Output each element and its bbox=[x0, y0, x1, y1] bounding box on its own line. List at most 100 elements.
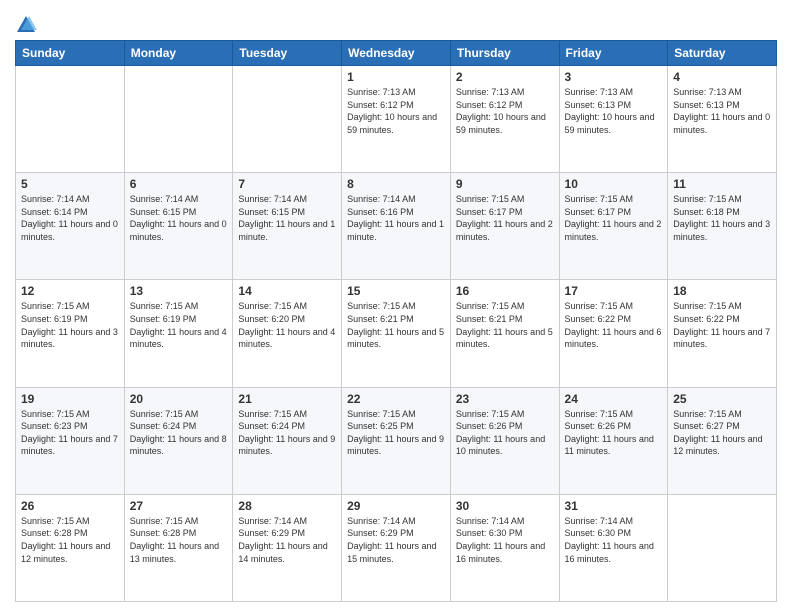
calendar-cell: 21 Sunrise: 7:15 AM Sunset: 6:24 PM Dayli… bbox=[233, 387, 342, 494]
day-number: 6 bbox=[130, 177, 228, 191]
day-number: 5 bbox=[21, 177, 119, 191]
day-number: 24 bbox=[565, 392, 663, 406]
day-number: 22 bbox=[347, 392, 445, 406]
day-number: 10 bbox=[565, 177, 663, 191]
calendar-cell: 1 Sunrise: 7:13 AM Sunset: 6:12 PM Daylig… bbox=[342, 66, 451, 173]
cell-text: Sunrise: 7:15 AM Sunset: 6:19 PM Dayligh… bbox=[130, 300, 228, 350]
day-number: 13 bbox=[130, 284, 228, 298]
day-number: 26 bbox=[21, 499, 119, 513]
calendar-cell: 17 Sunrise: 7:15 AM Sunset: 6:22 PM Dayli… bbox=[559, 280, 668, 387]
calendar-cell: 11Sunrise: 7:15 AM Sunset: 6:18 PM Dayli… bbox=[668, 173, 777, 280]
calendar-table: SundayMondayTuesdayWednesdayThursdayFrid… bbox=[15, 40, 777, 602]
day-number: 11 bbox=[673, 177, 771, 191]
calendar-cell: 27 Sunrise: 7:15 AM Sunset: 6:28 PM Dayli… bbox=[124, 494, 233, 601]
day-number: 17 bbox=[565, 284, 663, 298]
cell-text: Sunrise: 7:15 AM Sunset: 6:17 PM Dayligh… bbox=[456, 193, 554, 243]
page: SundayMondayTuesdayWednesdayThursdayFrid… bbox=[0, 0, 792, 612]
calendar-header-row: SundayMondayTuesdayWednesdayThursdayFrid… bbox=[16, 41, 777, 66]
cell-text: Sunrise: 7:15 AM Sunset: 6:21 PM Dayligh… bbox=[347, 300, 445, 350]
day-number: 8 bbox=[347, 177, 445, 191]
cell-text: Sunrise: 7:14 AM Sunset: 6:14 PM Dayligh… bbox=[21, 193, 119, 243]
calendar-week-row: 19 Sunrise: 7:15 AM Sunset: 6:23 PM Dayli… bbox=[16, 387, 777, 494]
calendar-cell: 29 Sunrise: 7:14 AM Sunset: 6:29 PM Dayli… bbox=[342, 494, 451, 601]
calendar-cell: 31Sunrise: 7:14 AM Sunset: 6:30 PM Dayli… bbox=[559, 494, 668, 601]
day-number: 23 bbox=[456, 392, 554, 406]
cell-text: Sunrise: 7:15 AM Sunset: 6:28 PM Dayligh… bbox=[130, 515, 228, 565]
calendar-cell bbox=[16, 66, 125, 173]
cell-text: Sunrise: 7:14 AM Sunset: 6:29 PM Dayligh… bbox=[347, 515, 445, 565]
cell-text: Sunrise: 7:15 AM Sunset: 6:22 PM Dayligh… bbox=[565, 300, 663, 350]
cell-text: Sunrise: 7:15 AM Sunset: 6:24 PM Dayligh… bbox=[238, 408, 336, 458]
day-number: 20 bbox=[130, 392, 228, 406]
cell-text: Sunrise: 7:13 AM Sunset: 6:12 PM Dayligh… bbox=[456, 86, 554, 136]
cell-text: Sunrise: 7:15 AM Sunset: 6:20 PM Dayligh… bbox=[238, 300, 336, 350]
calendar-cell: 24 Sunrise: 7:15 AM Sunset: 6:26 PM Dayli… bbox=[559, 387, 668, 494]
calendar-cell: 25 Sunrise: 7:15 AM Sunset: 6:27 PM Dayli… bbox=[668, 387, 777, 494]
day-number: 15 bbox=[347, 284, 445, 298]
calendar-cell: 9 Sunrise: 7:15 AM Sunset: 6:17 PM Daylig… bbox=[450, 173, 559, 280]
day-number: 19 bbox=[21, 392, 119, 406]
calendar-cell: 22 Sunrise: 7:15 AM Sunset: 6:25 PM Dayli… bbox=[342, 387, 451, 494]
calendar-cell: 6 Sunrise: 7:14 AM Sunset: 6:15 PM Daylig… bbox=[124, 173, 233, 280]
cell-text: Sunrise: 7:14 AM Sunset: 6:29 PM Dayligh… bbox=[238, 515, 336, 565]
calendar-cell: 26 Sunrise: 7:15 AM Sunset: 6:28 PM Dayli… bbox=[16, 494, 125, 601]
calendar-cell: 4 Sunrise: 7:13 AM Sunset: 6:13 PM Daylig… bbox=[668, 66, 777, 173]
day-number: 29 bbox=[347, 499, 445, 513]
calendar-week-row: 26 Sunrise: 7:15 AM Sunset: 6:28 PM Dayli… bbox=[16, 494, 777, 601]
cell-text: Sunrise: 7:15 AM Sunset: 6:25 PM Dayligh… bbox=[347, 408, 445, 458]
day-number: 31 bbox=[565, 499, 663, 513]
calendar-cell: 14 Sunrise: 7:15 AM Sunset: 6:20 PM Dayli… bbox=[233, 280, 342, 387]
calendar-week-row: 1 Sunrise: 7:13 AM Sunset: 6:12 PM Daylig… bbox=[16, 66, 777, 173]
cell-text: Sunrise: 7:15 AM Sunset: 6:27 PM Dayligh… bbox=[673, 408, 771, 458]
cell-text: Sunrise: 7:15 AM Sunset: 6:28 PM Dayligh… bbox=[21, 515, 119, 565]
day-number: 18 bbox=[673, 284, 771, 298]
calendar-day-header: Thursday bbox=[450, 41, 559, 66]
calendar-cell: 19 Sunrise: 7:15 AM Sunset: 6:23 PM Dayli… bbox=[16, 387, 125, 494]
calendar-cell: 20 Sunrise: 7:15 AM Sunset: 6:24 PM Dayli… bbox=[124, 387, 233, 494]
calendar-cell: 30Sunrise: 7:14 AM Sunset: 6:30 PM Dayli… bbox=[450, 494, 559, 601]
day-number: 14 bbox=[238, 284, 336, 298]
day-number: 27 bbox=[130, 499, 228, 513]
day-number: 30 bbox=[456, 499, 554, 513]
day-number: 28 bbox=[238, 499, 336, 513]
calendar-cell bbox=[233, 66, 342, 173]
calendar-cell bbox=[668, 494, 777, 601]
day-number: 1 bbox=[347, 70, 445, 84]
logo-icon bbox=[15, 14, 37, 36]
calendar-day-header: Friday bbox=[559, 41, 668, 66]
day-number: 21 bbox=[238, 392, 336, 406]
calendar-week-row: 12Sunrise: 7:15 AM Sunset: 6:19 PM Dayli… bbox=[16, 280, 777, 387]
calendar-cell: 8 Sunrise: 7:14 AM Sunset: 6:16 PM Daylig… bbox=[342, 173, 451, 280]
cell-text: Sunrise: 7:15 AM Sunset: 6:22 PM Dayligh… bbox=[673, 300, 771, 350]
header bbox=[15, 10, 777, 36]
cell-text: Sunrise: 7:13 AM Sunset: 6:13 PM Dayligh… bbox=[565, 86, 663, 136]
calendar-cell: 5 Sunrise: 7:14 AM Sunset: 6:14 PM Daylig… bbox=[16, 173, 125, 280]
calendar-day-header: Wednesday bbox=[342, 41, 451, 66]
day-number: 4 bbox=[673, 70, 771, 84]
cell-text: Sunrise: 7:13 AM Sunset: 6:12 PM Dayligh… bbox=[347, 86, 445, 136]
calendar-cell: 15 Sunrise: 7:15 AM Sunset: 6:21 PM Dayli… bbox=[342, 280, 451, 387]
cell-text: Sunrise: 7:14 AM Sunset: 6:16 PM Dayligh… bbox=[347, 193, 445, 243]
cell-text: Sunrise: 7:15 AM Sunset: 6:26 PM Dayligh… bbox=[456, 408, 554, 458]
calendar-cell: 3 Sunrise: 7:13 AM Sunset: 6:13 PM Daylig… bbox=[559, 66, 668, 173]
cell-text: Sunrise: 7:15 AM Sunset: 6:26 PM Dayligh… bbox=[565, 408, 663, 458]
day-number: 16 bbox=[456, 284, 554, 298]
cell-text: Sunrise: 7:14 AM Sunset: 6:15 PM Dayligh… bbox=[130, 193, 228, 243]
calendar-cell: 18 Sunrise: 7:15 AM Sunset: 6:22 PM Dayli… bbox=[668, 280, 777, 387]
calendar-day-header: Monday bbox=[124, 41, 233, 66]
calendar-cell: 7Sunrise: 7:14 AM Sunset: 6:15 PM Daylig… bbox=[233, 173, 342, 280]
day-number: 7 bbox=[238, 177, 336, 191]
cell-text: Sunrise: 7:15 AM Sunset: 6:17 PM Dayligh… bbox=[565, 193, 663, 243]
cell-text: Sunrise: 7:15 AM Sunset: 6:23 PM Dayligh… bbox=[21, 408, 119, 458]
day-number: 9 bbox=[456, 177, 554, 191]
cell-text: Sunrise: 7:15 AM Sunset: 6:19 PM Dayligh… bbox=[21, 300, 119, 350]
calendar-cell bbox=[124, 66, 233, 173]
calendar-day-header: Sunday bbox=[16, 41, 125, 66]
day-number: 25 bbox=[673, 392, 771, 406]
cell-text: Sunrise: 7:15 AM Sunset: 6:24 PM Dayligh… bbox=[130, 408, 228, 458]
day-number: 2 bbox=[456, 70, 554, 84]
calendar-cell: 16Sunrise: 7:15 AM Sunset: 6:21 PM Dayli… bbox=[450, 280, 559, 387]
day-number: 3 bbox=[565, 70, 663, 84]
cell-text: Sunrise: 7:13 AM Sunset: 6:13 PM Dayligh… bbox=[673, 86, 771, 136]
calendar-cell: 28 Sunrise: 7:14 AM Sunset: 6:29 PM Dayli… bbox=[233, 494, 342, 601]
